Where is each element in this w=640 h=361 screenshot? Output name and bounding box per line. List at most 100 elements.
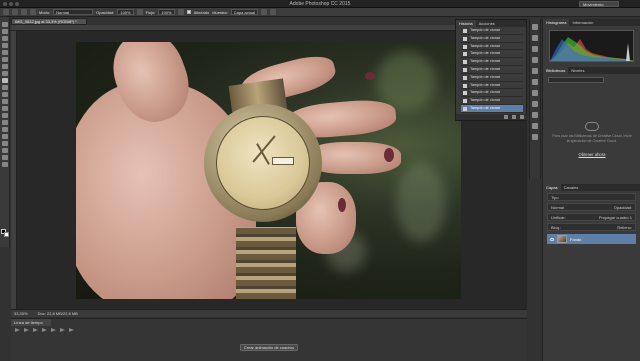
styles-panel-icon[interactable] — [532, 123, 538, 129]
clone-stamp-icon — [463, 67, 467, 72]
tab-canales[interactable]: Canales — [561, 184, 582, 191]
tab-informacion[interactable]: Información — [569, 19, 596, 26]
adjustments-panel-icon[interactable] — [532, 90, 538, 96]
history-item[interactable]: Tampón de clonar — [461, 66, 523, 74]
mode-select[interactable]: Normal — [53, 9, 94, 15]
history-item[interactable]: Tampón de clonar — [461, 74, 523, 82]
flow-input[interactable]: 100% — [158, 9, 175, 15]
dodge-tool-icon[interactable] — [1, 113, 8, 118]
split-icon[interactable] — [69, 328, 74, 332]
layers-panel-tabs: Capas Canales — [543, 184, 640, 191]
libraries-panel-tabs: Bibliotecas Niveles — [543, 67, 640, 74]
app-title: Adobe Photoshop CC 2015 — [289, 1, 351, 7]
tab-histograma[interactable]: Histograma — [543, 19, 570, 26]
history-item[interactable]: Tampón de clonar — [461, 43, 523, 51]
history-panel-footer — [456, 114, 528, 120]
previous-frame-icon[interactable] — [24, 328, 29, 332]
clone-source-icon[interactable] — [30, 9, 36, 15]
play-icon[interactable] — [33, 328, 38, 332]
history-item[interactable]: Tampón de clonar — [461, 82, 523, 90]
background-bokeh — [396, 162, 446, 242]
history-item[interactable]: Tampón de clonar — [461, 89, 523, 98]
history-item-selected[interactable]: Tampón de clonar — [461, 104, 523, 113]
gradient-tool-icon[interactable] — [1, 99, 8, 104]
next-frame-icon[interactable] — [42, 328, 47, 332]
rectangle-tool-icon[interactable] — [1, 141, 8, 146]
blur-tool-icon[interactable] — [1, 106, 8, 111]
new-document-from-state-icon[interactable] — [504, 115, 508, 119]
settings-icon[interactable] — [60, 328, 65, 332]
create-frame-animation-button[interactable]: Crear animación de cuadros — [240, 344, 298, 351]
history-item[interactable]: Tampón de clonar — [461, 50, 523, 59]
blend-mode-select[interactable]: Normal — [551, 204, 564, 210]
brush-tool-icon[interactable] — [1, 71, 8, 76]
brush-panel-icon[interactable] — [21, 9, 27, 15]
color-panel-icon[interactable] — [532, 112, 538, 118]
zoom-level[interactable]: 33,33% — [14, 310, 28, 317]
aligned-checkbox[interactable] — [186, 10, 191, 14]
tab-acciones[interactable]: Acciones — [476, 20, 498, 27]
hand-tool-icon[interactable] — [1, 148, 8, 153]
clone-source-panel-icon[interactable] — [532, 46, 538, 52]
history-item[interactable]: Tampón de clonar — [461, 58, 523, 66]
tab-historia[interactable]: Historia — [456, 20, 476, 27]
path-selection-tool-icon[interactable] — [1, 134, 8, 139]
swatches-panel-icon[interactable] — [532, 101, 538, 107]
crop-tool-icon[interactable] — [1, 50, 8, 55]
tab-niveles[interactable]: Niveles — [568, 67, 587, 74]
document-canvas-image[interactable] — [76, 42, 461, 299]
clone-stamp-tool-icon[interactable] — [3, 9, 9, 15]
audio-icon[interactable] — [51, 328, 56, 332]
flow-label: Flujo: — [145, 9, 156, 15]
trash-icon[interactable] — [520, 115, 524, 119]
document-info[interactable]: Doc: 22,8 MB/22,8 MB — [38, 310, 78, 317]
eyedropper-tool-icon[interactable] — [1, 57, 8, 62]
ignore-adjustment-layers-icon[interactable] — [261, 9, 268, 15]
layer-row-fondo[interactable]: Fondo — [547, 234, 636, 244]
tab-bibliotecas[interactable]: Bibliotecas — [543, 67, 569, 74]
opacity-label: Opacidad: — [96, 9, 115, 15]
edit-toolbar-icon[interactable] — [1, 162, 8, 167]
marquee-tool-icon[interactable] — [1, 29, 8, 34]
character-panel-icon[interactable] — [532, 57, 538, 63]
healing-brush-tool-icon[interactable] — [1, 64, 8, 69]
propagate-frame-checkbox[interactable]: Propagar cuadro 1 — [599, 214, 632, 220]
zoom-tool-icon[interactable] — [1, 155, 8, 160]
get-now-link[interactable]: Obtener ahora — [563, 152, 621, 157]
brush-preset-icon[interactable] — [12, 9, 18, 15]
history-panel-icon[interactable] — [532, 24, 538, 30]
paragraph-panel-icon[interactable] — [532, 68, 538, 74]
clone-stamp-icon — [463, 36, 467, 41]
tab-capas[interactable]: Capas — [543, 184, 561, 191]
first-frame-icon[interactable] — [15, 328, 20, 332]
history-item[interactable]: Tampón de clonar — [461, 97, 523, 105]
workspace-select[interactable]: Movimiento — [579, 1, 619, 7]
eraser-tool-icon[interactable] — [1, 92, 8, 97]
pressure-opacity-icon[interactable] — [136, 9, 143, 15]
type-tool-icon[interactable] — [1, 127, 8, 132]
timeline-tab[interactable]: Línea de tiempo — [11, 319, 51, 326]
history-item[interactable]: Tampón de clonar — [461, 35, 523, 43]
lasso-tool-icon[interactable] — [1, 36, 8, 41]
sample-select[interactable]: Capa actual — [230, 9, 259, 15]
history-brush-tool-icon[interactable] — [1, 85, 8, 90]
sample-label: Muestra: — [212, 9, 228, 15]
move-tool-icon[interactable] — [1, 22, 8, 27]
airbrush-icon[interactable] — [177, 9, 184, 15]
quick-selection-tool-icon[interactable] — [1, 43, 8, 48]
paths-panel-icon[interactable] — [532, 134, 538, 140]
background-color-swatch[interactable] — [4, 232, 9, 237]
properties-panel-icon[interactable] — [532, 79, 538, 85]
options-bar: Modo: Normal Opacidad: 100% Flujo: 100% … — [0, 8, 640, 17]
pressure-size-icon[interactable] — [270, 9, 277, 15]
brush-panel-icon[interactable] — [532, 35, 538, 41]
document-tab[interactable]: IMG_0822.jpg al 33,3% (RGB/8*) * — [11, 18, 87, 25]
library-select[interactable] — [548, 77, 604, 83]
layer-filter-select[interactable]: Tipo — [547, 193, 636, 201]
visibility-eye-icon[interactable] — [550, 237, 554, 241]
clone-stamp-tool-icon[interactable] — [1, 78, 8, 83]
opacity-input[interactable]: 100% — [117, 9, 134, 15]
history-item[interactable]: Tampón de clonar — [461, 27, 523, 35]
pen-tool-icon[interactable] — [1, 120, 8, 125]
camera-snapshot-icon[interactable] — [512, 115, 516, 119]
